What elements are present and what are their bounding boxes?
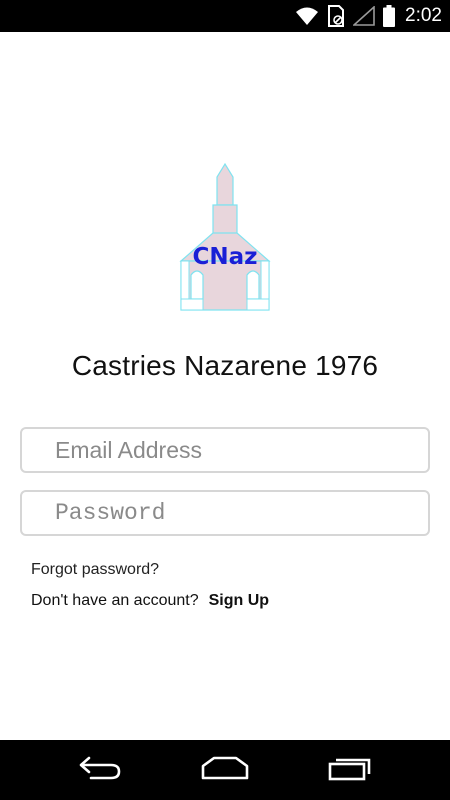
wifi-icon [295, 6, 319, 26]
status-icons: 2:02 [295, 0, 442, 32]
home-icon [200, 755, 250, 786]
sign-up-link[interactable]: Sign Up [209, 592, 269, 610]
email-field[interactable] [20, 427, 430, 473]
sim-icon [327, 5, 345, 27]
recents-button[interactable] [320, 750, 380, 790]
back-button[interactable] [70, 750, 130, 790]
battery-icon [383, 5, 396, 27]
app-title: Castries Nazarene 1976 [71, 350, 379, 381]
status-bar: 2:02 [0, 0, 450, 32]
signal-icon [353, 6, 375, 26]
forgot-password-link[interactable]: Forgot password? [31, 561, 159, 579]
navigation-bar [0, 740, 450, 800]
home-button[interactable] [195, 750, 255, 790]
recents-icon [327, 755, 373, 786]
logo-text: CNaz [192, 244, 257, 270]
login-screen: 2:02 CNaz Castries Nazarene 1976 Email A… [0, 0, 450, 800]
signup-row: Don't have an account? Sign Up [31, 592, 269, 610]
status-time: 2:02 [405, 5, 442, 26]
password-field[interactable] [20, 490, 430, 536]
no-account-text: Don't have an account? [31, 592, 199, 609]
back-icon [77, 755, 123, 786]
cnaz-logo: CNaz [177, 162, 273, 313]
